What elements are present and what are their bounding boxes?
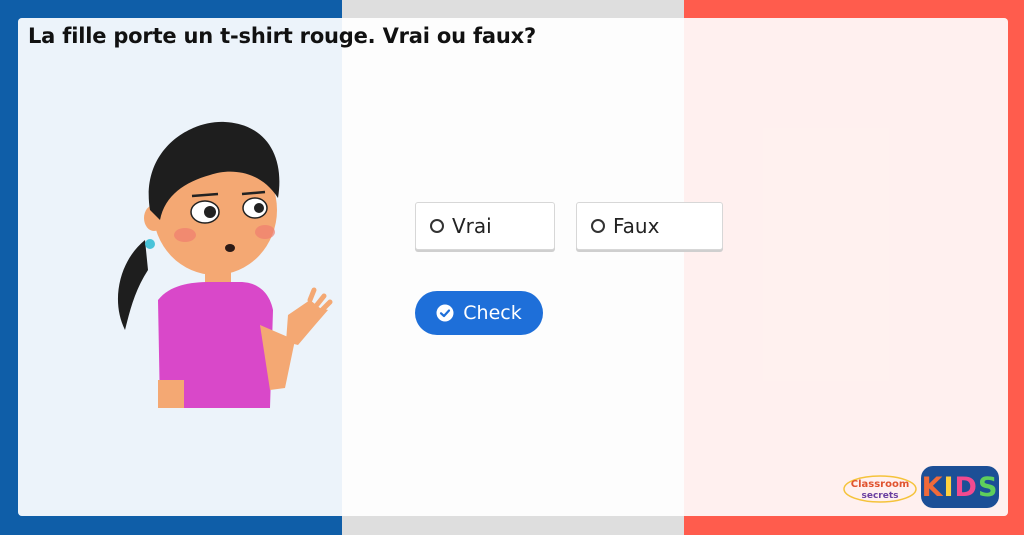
kids-logo-d: D (954, 471, 978, 503)
check-circle-icon (436, 304, 454, 322)
svg-text:Classroom: Classroom (851, 479, 910, 490)
option-label-faux: Faux (613, 214, 660, 238)
check-button[interactable]: Check (415, 291, 543, 335)
option-faux[interactable]: Faux (576, 202, 723, 250)
svg-text:secrets: secrets (862, 491, 899, 501)
card-tint-right (684, 18, 1008, 516)
option-label-vrai: Vrai (452, 214, 492, 238)
radio-vrai[interactable] (430, 219, 444, 233)
girl-illustration (117, 121, 333, 408)
radio-faux[interactable] (591, 219, 605, 233)
question-text: La fille porte un t-shirt rouge. Vrai ou… (28, 24, 536, 48)
kids-logo-i: I (943, 471, 955, 503)
option-vrai[interactable]: Vrai (415, 202, 555, 250)
kids-logo-k: K (921, 471, 944, 503)
kids-logo: K I D S (921, 466, 999, 508)
classroom-secrets-logo: Classroom secrets (843, 475, 917, 503)
kids-logo-s: S (977, 471, 999, 503)
check-button-label: Check (463, 302, 522, 324)
